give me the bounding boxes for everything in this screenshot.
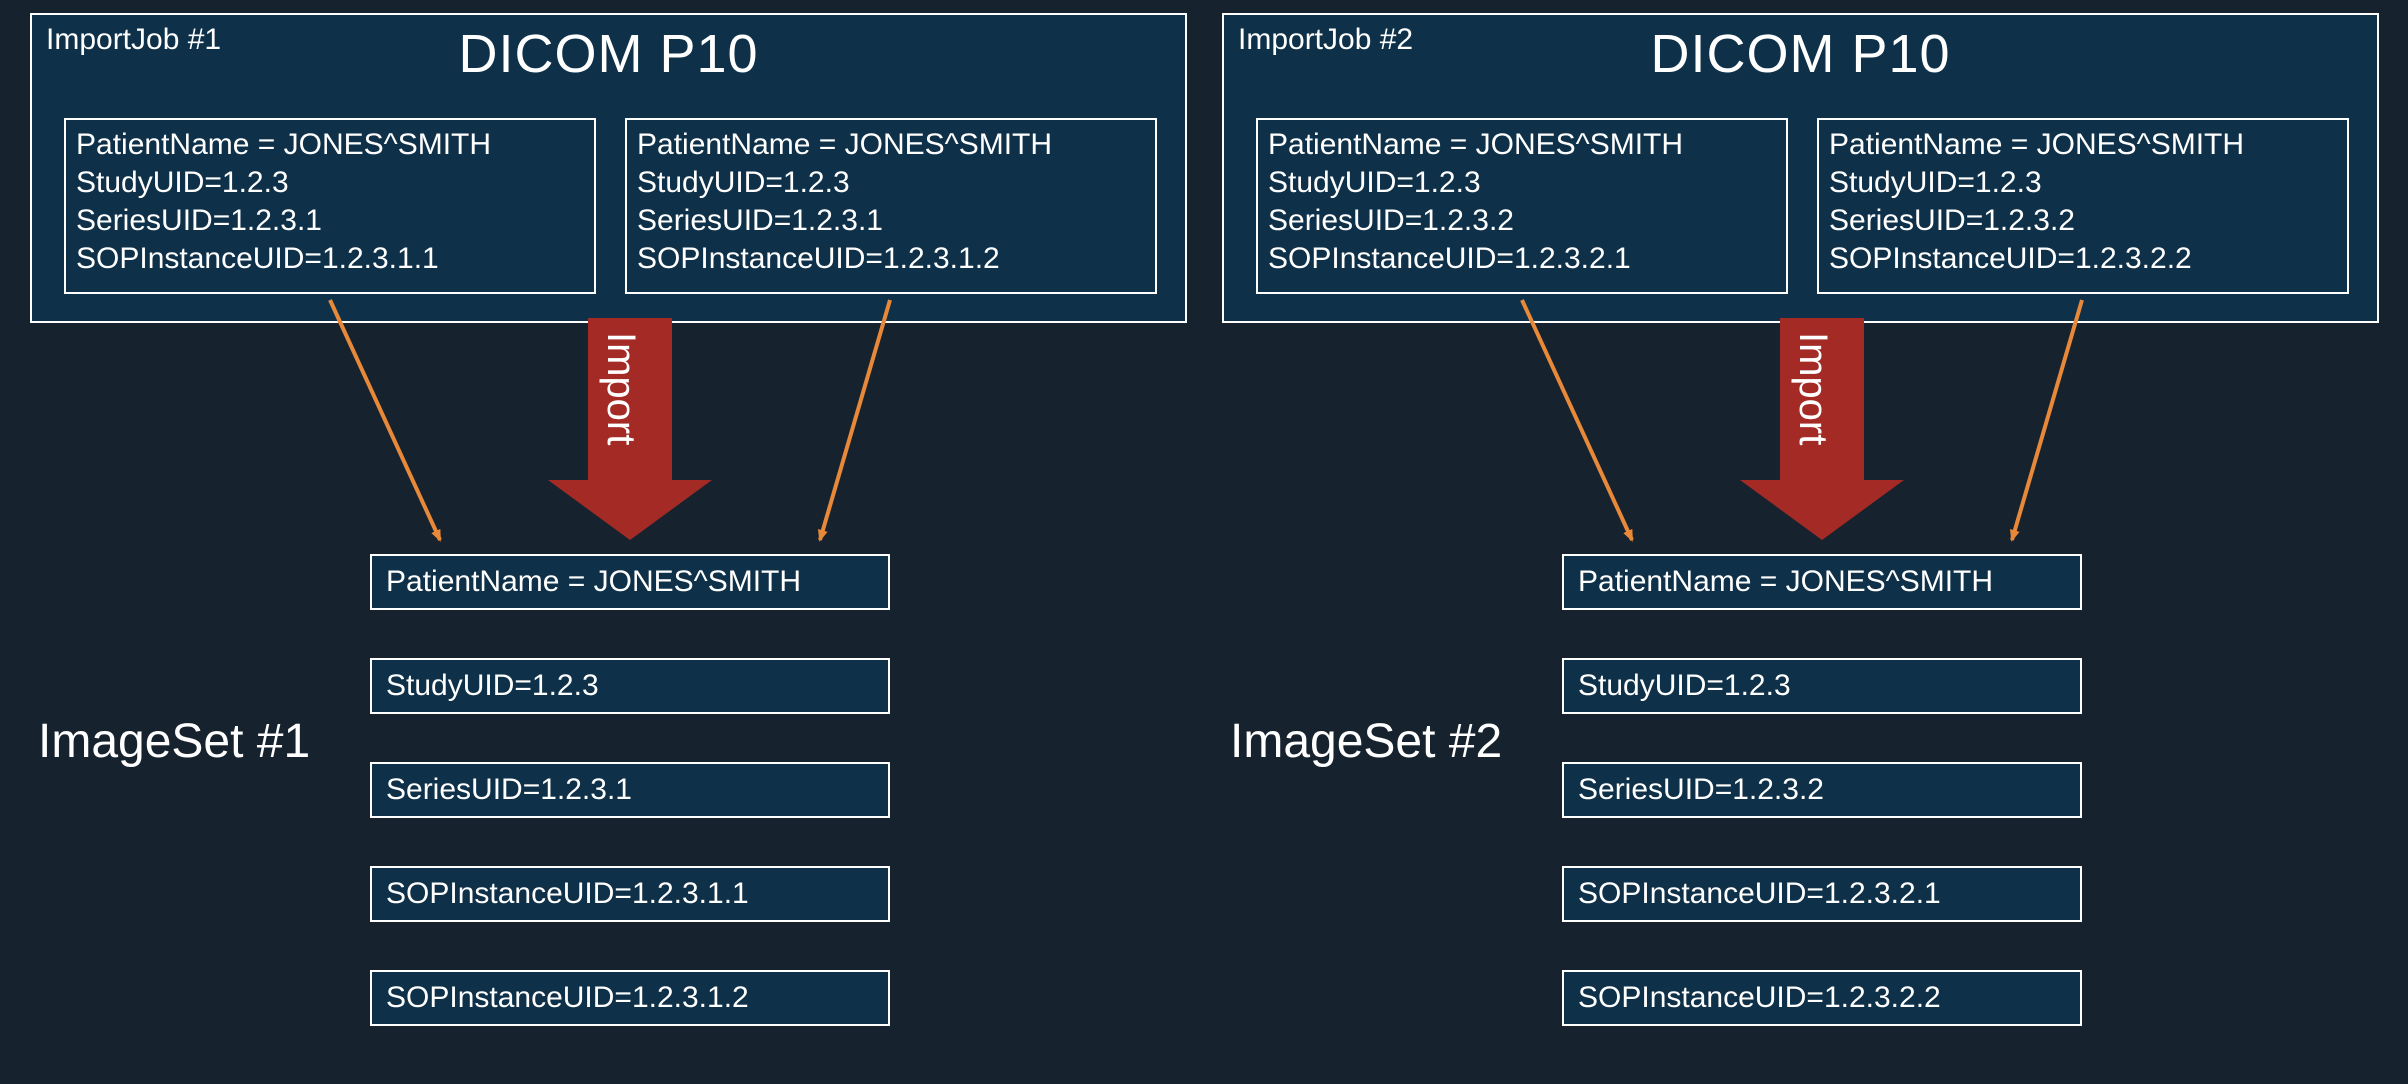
result-2-study: StudyUID=1.2.3 — [1562, 658, 2082, 714]
dicom-instance-1a: PatientName = JONES^SMITH StudyUID=1.2.3… — [64, 118, 596, 294]
dicom-title-1: DICOM P10 — [32, 23, 1185, 85]
dicom-1a-study: StudyUID=1.2.3 — [76, 164, 584, 202]
result-1-patient: PatientName = JONES^SMITH — [370, 554, 890, 610]
imageset-label-2: ImageSet #2 — [1230, 714, 1502, 769]
result-2-sop1: SOPInstanceUID=1.2.3.2.1 — [1562, 866, 2082, 922]
result-2-series: SeriesUID=1.2.3.2 — [1562, 762, 2082, 818]
import-arrow-1: Import — [548, 318, 712, 540]
result-1-series: SeriesUID=1.2.3.1 — [370, 762, 890, 818]
dicom-2b-series: SeriesUID=1.2.3.2 — [1829, 202, 2337, 240]
import-arrow-2: Import — [1740, 318, 1904, 540]
dicom-2a-study: StudyUID=1.2.3 — [1268, 164, 1776, 202]
dicom-instance-2b: PatientName = JONES^SMITH StudyUID=1.2.3… — [1817, 118, 2349, 294]
dicom-1a-series: SeriesUID=1.2.3.1 — [76, 202, 584, 240]
dicom-1b-series: SeriesUID=1.2.3.1 — [637, 202, 1145, 240]
dicom-1a-patient: PatientName = JONES^SMITH — [76, 126, 584, 164]
dicom-1b-sop: SOPInstanceUID=1.2.3.1.2 — [637, 240, 1145, 278]
flow-arrow-2b — [2012, 300, 2082, 540]
flow-arrow-2a — [1522, 300, 1632, 540]
dicom-1b-study: StudyUID=1.2.3 — [637, 164, 1145, 202]
dicom-1b-patient: PatientName = JONES^SMITH — [637, 126, 1145, 164]
dicom-instance-2a: PatientName = JONES^SMITH StudyUID=1.2.3… — [1256, 118, 1788, 294]
result-2-patient: PatientName = JONES^SMITH — [1562, 554, 2082, 610]
import-label-1: Import — [599, 332, 643, 445]
dicom-2a-sop: SOPInstanceUID=1.2.3.2.1 — [1268, 240, 1776, 278]
import-label-2: Import — [1791, 332, 1835, 445]
diagram-canvas: ImportJob #1 DICOM P10 PatientName = JON… — [0, 0, 2408, 1084]
dicom-1a-sop: SOPInstanceUID=1.2.3.1.1 — [76, 240, 584, 278]
result-2-sop2: SOPInstanceUID=1.2.3.2.2 — [1562, 970, 2082, 1026]
dicom-2a-series: SeriesUID=1.2.3.2 — [1268, 202, 1776, 240]
imageset-label-1: ImageSet #1 — [38, 714, 310, 769]
dicom-2b-patient: PatientName = JONES^SMITH — [1829, 126, 2337, 164]
flow-arrow-1b — [820, 300, 890, 540]
dicom-2b-sop: SOPInstanceUID=1.2.3.2.2 — [1829, 240, 2337, 278]
result-1-study: StudyUID=1.2.3 — [370, 658, 890, 714]
flow-arrow-1a — [330, 300, 440, 540]
result-1-sop2: SOPInstanceUID=1.2.3.1.2 — [370, 970, 890, 1026]
result-1-sop1: SOPInstanceUID=1.2.3.1.1 — [370, 866, 890, 922]
dicom-instance-1b: PatientName = JONES^SMITH StudyUID=1.2.3… — [625, 118, 1157, 294]
dicom-2b-study: StudyUID=1.2.3 — [1829, 164, 2337, 202]
dicom-title-2: DICOM P10 — [1224, 23, 2377, 85]
dicom-2a-patient: PatientName = JONES^SMITH — [1268, 126, 1776, 164]
